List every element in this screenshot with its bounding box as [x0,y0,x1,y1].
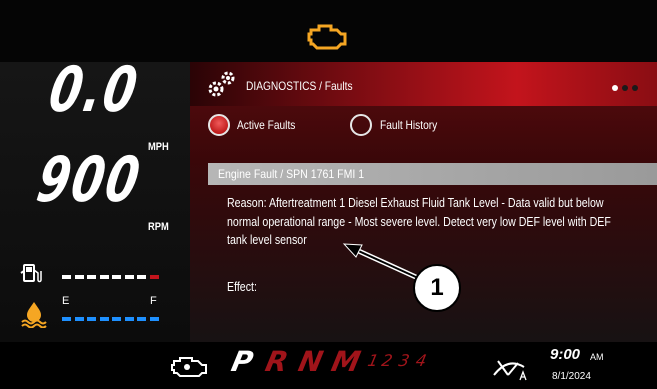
fault-title: Engine Fault / SPN 1761 FMI 1 [218,167,365,181]
fuel-pump-icon [20,264,42,283]
fuel-bar-segment [149,275,159,279]
speed-value: 0.0 [44,53,145,126]
fuel-bar-segment [137,275,146,279]
tab-active-faults[interactable]: Active Faults [237,118,295,132]
rpm-value: 900 [32,143,147,216]
callout-number: 1 [413,264,461,312]
auto-wiper-icon [493,360,527,381]
check-engine-icon [307,24,347,50]
def-bar-segment [62,317,71,321]
def-bar-segment [87,317,96,321]
fuel-bar-segment [99,275,109,279]
gears-icon [208,71,235,97]
speed-unit: MPH [148,141,169,153]
rpm-unit: RPM [148,221,169,233]
fuel-bar-segment [62,275,71,279]
page-dot-1[interactable] [612,85,618,91]
def-level-bar [62,317,162,321]
def-bar-segment [124,317,134,321]
def-bar-segment [137,317,146,321]
engine-oil-icon [171,357,207,377]
def-full-label: F [150,295,157,307]
def-empty-label: E [62,295,70,307]
fuel-bar-segment [112,275,121,279]
panel-title: DIAGNOSTICS / Faults [246,79,353,93]
def-fluid-icon [21,302,47,328]
fuel-bar-segment [74,275,84,279]
page-indicator-dots[interactable] [612,85,642,91]
clock-date: 8/1/2024 [552,371,591,382]
tab-fault-history[interactable]: Fault History [380,118,437,132]
page-dot-2[interactable] [622,85,628,91]
fault-history-radio[interactable] [350,114,372,136]
fault-effect-text: Effect: [227,280,257,294]
page-dot-3[interactable] [632,85,638,91]
def-bar-segment [149,317,159,321]
def-bar-segment [99,317,109,321]
clock-time: 9:00 [550,346,581,363]
def-bar-segment [112,317,121,321]
fuel-bar-segment [124,275,134,279]
clock-ampm: AM [590,352,604,362]
def-bar-segment [74,317,84,321]
dashboard-screen: 0.0 MPH 900 RPM E F DIAGNOSTICS / Faults… [0,0,657,389]
fuel-bar-segment [87,275,96,279]
active-faults-radio[interactable] [208,114,230,136]
fuel-level-bar [62,275,162,279]
